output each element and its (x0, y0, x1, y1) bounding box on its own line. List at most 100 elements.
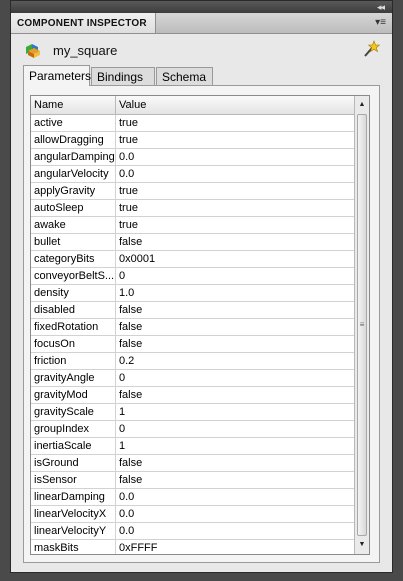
param-value-cell[interactable]: false (116, 336, 354, 352)
table-row[interactable]: linearDamping 0.0 (31, 489, 354, 506)
param-value-cell[interactable]: 0 (116, 268, 354, 284)
panel-top-strip: ◂◂ (11, 1, 392, 13)
component-header: my_square (11, 34, 392, 64)
param-value-cell[interactable]: false (116, 234, 354, 250)
tab-schema[interactable]: Schema (156, 67, 213, 85)
param-name-cell: linearVelocityX (31, 506, 116, 522)
param-name-cell: gravityScale (31, 404, 116, 420)
table-row[interactable]: fixedRotation false (31, 319, 354, 336)
table-row[interactable]: linearVelocityX 0.0 (31, 506, 354, 523)
scroll-down-arrow-icon[interactable]: ▼ (355, 538, 369, 552)
panel-titlebar: COMPONENT INSPECTOR ▾≡ (11, 13, 392, 34)
param-name-cell: linearVelocityY (31, 523, 116, 539)
scroll-up-arrow-icon[interactable]: ▲ (355, 98, 369, 112)
param-value-cell[interactable]: 0xFFFF (116, 540, 354, 554)
table-row[interactable]: applyGravity true (31, 183, 354, 200)
param-value-cell[interactable]: 0.0 (116, 506, 354, 522)
param-name-cell: applyGravity (31, 183, 116, 199)
table-row[interactable]: inertiaScale 1 (31, 438, 354, 455)
param-value-cell[interactable]: 0x0001 (116, 251, 354, 267)
table-row[interactable]: awake true (31, 217, 354, 234)
param-name-cell: density (31, 285, 116, 301)
parameters-panel: Name Value active true allowDragging true an… (23, 85, 380, 563)
param-name-cell: groupIndex (31, 421, 116, 437)
param-name-cell: linearDamping (31, 489, 116, 505)
param-name-cell: conveyorBeltS... (31, 268, 116, 284)
param-value-cell[interactable]: false (116, 302, 354, 318)
table-row[interactable]: linearVelocityY 0.0 (31, 523, 354, 540)
param-value-cell[interactable]: true (116, 115, 354, 131)
param-name-cell: fixedRotation (31, 319, 116, 335)
table-row[interactable]: gravityScale 1 (31, 404, 354, 421)
column-header-value[interactable]: Value (116, 96, 354, 114)
param-name-cell: awake (31, 217, 116, 233)
table-row[interactable]: angularVelocity 0.0 (31, 166, 354, 183)
param-value-cell[interactable]: false (116, 387, 354, 403)
param-value-cell[interactable]: 0.2 (116, 353, 354, 369)
parameters-grid: Name Value active true allowDragging true an… (30, 95, 370, 555)
param-name-cell: autoSleep (31, 200, 116, 216)
tab-parameters[interactable]: Parameters (23, 65, 91, 86)
table-row[interactable]: active true (31, 115, 354, 132)
param-value-cell[interactable]: 0 (116, 370, 354, 386)
table-row[interactable]: gravityAngle 0 (31, 370, 354, 387)
table-row[interactable]: categoryBits 0x0001 (31, 251, 354, 268)
table-row[interactable]: isSensor false (31, 472, 354, 489)
table-row[interactable]: maskBits 0xFFFF (31, 540, 354, 554)
param-name-cell: disabled (31, 302, 116, 318)
grid-header: Name Value (31, 96, 354, 115)
param-value-cell[interactable]: true (116, 183, 354, 199)
param-name-cell: maskBits (31, 540, 116, 554)
param-value-cell[interactable]: 1 (116, 404, 354, 420)
param-value-cell[interactable]: 0.0 (116, 149, 354, 165)
param-value-cell[interactable]: 0.0 (116, 489, 354, 505)
table-row[interactable]: angularDamping 0.0 (31, 149, 354, 166)
param-name-cell: inertiaScale (31, 438, 116, 454)
panel-title-tab[interactable]: COMPONENT INSPECTOR (11, 13, 156, 33)
table-row[interactable]: density 1.0 (31, 285, 354, 302)
table-row[interactable]: allowDragging true (31, 132, 354, 149)
collapse-panel-icon[interactable]: ◂◂ (377, 1, 385, 13)
param-name-cell: focusOn (31, 336, 116, 352)
table-row[interactable]: disabled false (31, 302, 354, 319)
table-row[interactable]: focusOn false (31, 336, 354, 353)
param-value-cell[interactable]: 1 (116, 438, 354, 454)
param-value-cell[interactable]: false (116, 472, 354, 488)
param-name-cell: angularDamping (31, 149, 116, 165)
table-row[interactable]: friction 0.2 (31, 353, 354, 370)
param-name-cell: isGround (31, 455, 116, 471)
param-value-cell[interactable]: 1.0 (116, 285, 354, 301)
param-name-cell: friction (31, 353, 116, 369)
table-row[interactable]: bullet false (31, 234, 354, 251)
param-name-cell: allowDragging (31, 132, 116, 148)
component-cube-icon (24, 41, 42, 62)
param-name-cell: isSensor (31, 472, 116, 488)
scrollbar-thumb[interactable]: ≡ (357, 114, 367, 536)
param-value-cell[interactable]: true (116, 200, 354, 216)
table-row[interactable]: gravityMod false (31, 387, 354, 404)
param-value-cell[interactable]: true (116, 217, 354, 233)
param-value-cell[interactable]: 0.0 (116, 166, 354, 182)
param-value-cell[interactable]: 0.0 (116, 523, 354, 539)
column-header-name[interactable]: Name (31, 96, 116, 114)
scrollbar-grip-icon: ≡ (359, 320, 365, 329)
component-instance-name: my_square (53, 43, 118, 58)
param-name-cell: categoryBits (31, 251, 116, 267)
param-value-cell[interactable]: 0 (116, 421, 354, 437)
table-row[interactable]: isGround false (31, 455, 354, 472)
magic-wand-icon[interactable] (362, 40, 381, 61)
tab-bindings[interactable]: Bindings (91, 67, 155, 85)
panel-menu-icon[interactable]: ▾≡ (375, 17, 386, 29)
table-row[interactable]: groupIndex 0 (31, 421, 354, 438)
param-name-cell: gravityAngle (31, 370, 116, 386)
table-row[interactable]: autoSleep true (31, 200, 354, 217)
table-row[interactable]: conveyorBeltS... 0 (31, 268, 354, 285)
param-name-cell: active (31, 115, 116, 131)
param-value-cell[interactable]: false (116, 455, 354, 471)
grid-scrollbar[interactable]: ▲ ≡ ▼ (354, 96, 369, 554)
param-name-cell: gravityMod (31, 387, 116, 403)
component-inspector-window: ◂◂ COMPONENT INSPECTOR ▾≡ my_square Para… (10, 0, 393, 573)
param-value-cell[interactable]: false (116, 319, 354, 335)
param-name-cell: angularVelocity (31, 166, 116, 182)
param-value-cell[interactable]: true (116, 132, 354, 148)
